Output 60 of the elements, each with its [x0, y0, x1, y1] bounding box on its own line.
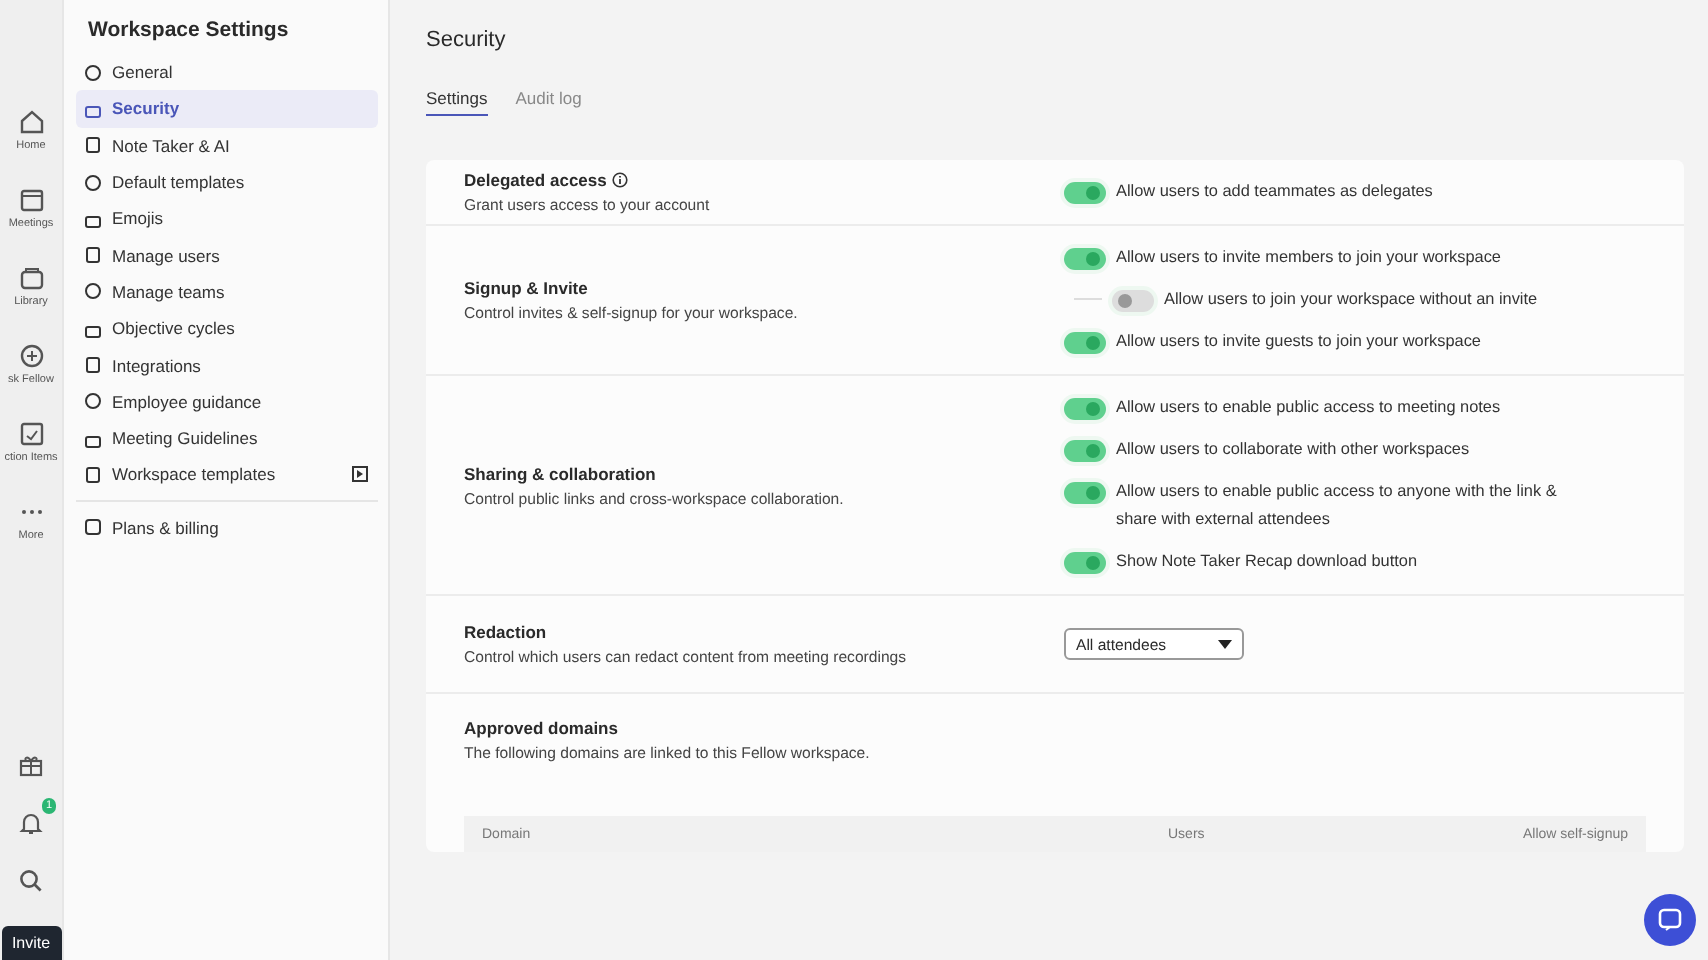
sidebar-item[interactable]: Meeting Guidelines	[76, 419, 378, 457]
toggle-switch[interactable]	[1064, 481, 1106, 503]
section-title: Signup & Invite	[464, 278, 588, 298]
chat-icon	[1658, 908, 1682, 932]
toggle-label: Allow users to collaborate with other workspaces	[1116, 438, 1470, 462]
caret-icon	[1218, 639, 1232, 649]
plus-icon	[17, 342, 45, 370]
toggle-label: Allow users to invite members to join your workspace	[1116, 246, 1501, 270]
sidebar-title: Workspace Settings	[88, 18, 291, 42]
toggle-switch[interactable]	[1064, 439, 1106, 461]
page-icon	[84, 136, 102, 155]
section-title: Delegated access	[464, 170, 607, 190]
circle-icon	[84, 282, 102, 301]
section-title: Sharing & collaboration	[464, 463, 656, 483]
calendar-icon	[17, 186, 45, 214]
sidebar-item[interactable]: Plans & billing	[76, 509, 378, 546]
page-icon	[84, 356, 102, 375]
sidebar-item[interactable]: Manage teams	[76, 273, 378, 311]
sidebar-item[interactable]: Note Taker & AI	[76, 127, 378, 164]
circle-icon	[84, 173, 102, 192]
sidebar-item[interactable]: General	[76, 54, 378, 91]
page-title: Security	[426, 28, 508, 56]
house-icon	[17, 108, 45, 136]
box-icon	[17, 264, 45, 292]
sidebar-item[interactable]: Objective cycles	[76, 310, 378, 347]
chat-button[interactable]	[1644, 894, 1696, 946]
toggle-label: Allow users to enable public access to anyone with the link & share with external attendees	[1116, 480, 1559, 532]
gift-icon[interactable]	[18, 752, 44, 778]
sidebar-square-icon[interactable]	[352, 466, 368, 483]
sidebar-item[interactable]: Emojis	[76, 200, 378, 237]
sidebar-item[interactable]: Default templates	[76, 163, 378, 201]
search-icon[interactable]	[18, 868, 44, 894]
card-icon	[84, 518, 102, 537]
section-title: Redaction	[464, 622, 547, 642]
sidebar-item[interactable]: Workspace templates	[76, 456, 378, 494]
section-title: Approved domains	[464, 718, 618, 738]
toggle-label: Allow users to add teammates as delegates	[1116, 180, 1433, 204]
toggle-switch[interactable]	[1112, 289, 1154, 311]
toggle-switch[interactable]	[1064, 181, 1106, 203]
toggle-switch[interactable]	[1064, 247, 1106, 269]
sidebar-item[interactable]: Employee guidance	[76, 383, 378, 420]
toggle-switch[interactable]	[1064, 397, 1106, 419]
toggle-label: Allow users to invite guests to join your workspace	[1116, 330, 1481, 354]
info-icon[interactable]	[612, 172, 629, 188]
sidebar-item[interactable]: Security	[76, 90, 378, 128]
toggle-switch[interactable]	[1064, 331, 1106, 353]
sidebar-item[interactable]: Integrations	[76, 346, 378, 384]
toggle-switch[interactable]	[1064, 551, 1106, 573]
bell-icon[interactable]	[18, 810, 44, 836]
toggle-label: Show Note Taker Recap download button	[1116, 550, 1418, 574]
circle-icon	[84, 63, 102, 82]
toggle-label: Allow users to enable public access to meeting notes	[1116, 396, 1501, 420]
page-icon	[84, 465, 102, 484]
toggle-label: Allow users to join your workspace without an invite	[1164, 288, 1538, 312]
check-icon	[17, 420, 45, 448]
tab[interactable]: Settings	[426, 88, 488, 116]
circle-icon	[84, 392, 102, 411]
sidebar-item[interactable]: Manage users	[76, 236, 378, 274]
page-icon	[84, 246, 102, 265]
invite-button[interactable]: Invite	[1, 926, 61, 960]
